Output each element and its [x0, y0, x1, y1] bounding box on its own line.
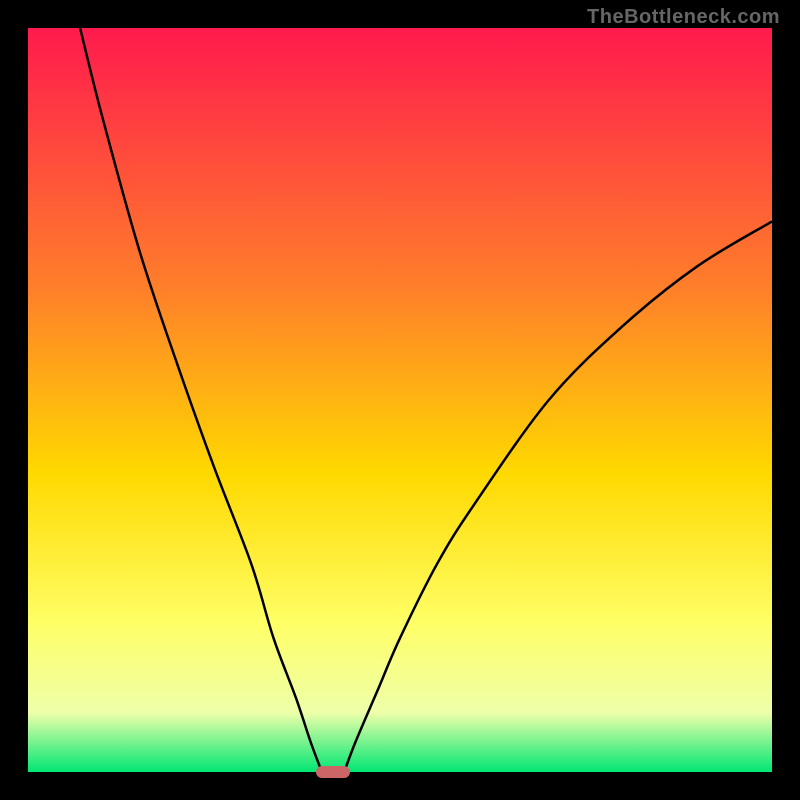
chart-background — [28, 28, 772, 772]
minimum-marker — [316, 766, 349, 777]
watermark-text: TheBottleneck.com — [587, 6, 780, 29]
bottleneck-chart — [28, 28, 772, 772]
